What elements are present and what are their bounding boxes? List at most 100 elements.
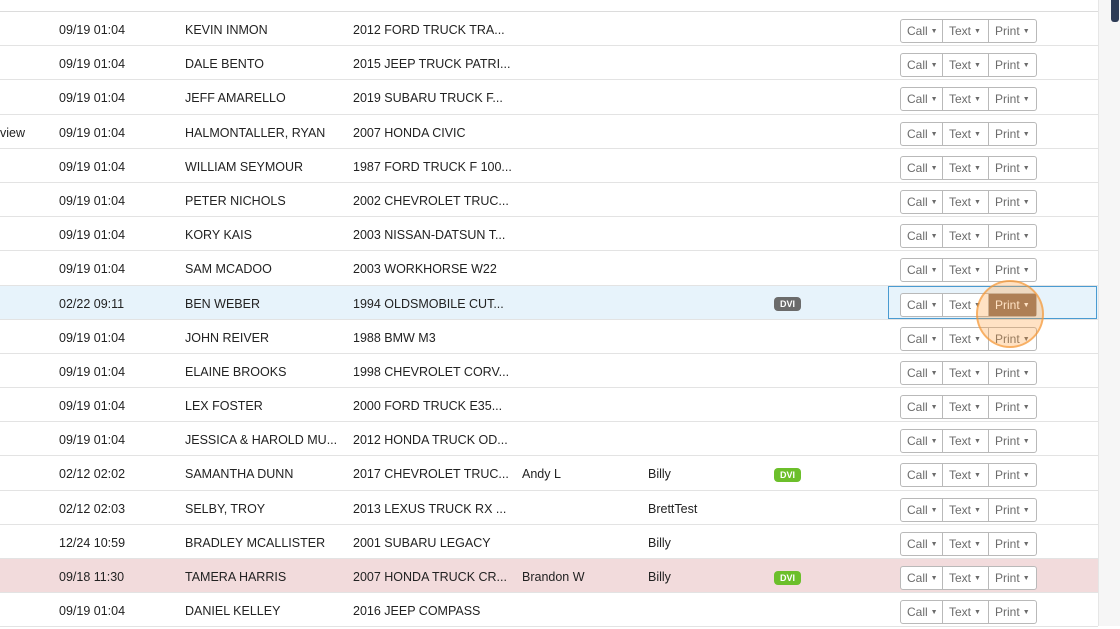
text-dropdown-button[interactable]: Text ▼: [943, 88, 989, 111]
print-dropdown-button[interactable]: Print ▼: [989, 225, 1036, 247]
table-row[interactable]: 02/22 09:11 BEN WEBER 1994 OLDSMOBILE CU…: [0, 285, 1098, 320]
table-row[interactable]: 09/19 01:04 KORY KAIS 2003 NISSAN-DATSUN…: [0, 217, 1098, 252]
call-dropdown-button[interactable]: Call ▼: [901, 430, 943, 453]
call-dropdown-button[interactable]: Call ▼: [901, 156, 943, 179]
call-dropdown-button[interactable]: Call ▼: [901, 122, 943, 145]
text-dropdown-button[interactable]: Text ▼: [943, 498, 989, 521]
scrollbar-thumb[interactable]: [1111, 0, 1119, 22]
table-row[interactable]: 09/19 01:04 JEFF AMARELLO 2019 SUBARU TR…: [0, 80, 1098, 115]
table-row[interactable]: 09/19 01:04 KEVIN INMON 2012 FORD TRUCK …: [0, 12, 1098, 47]
text-dropdown-button[interactable]: Text ▼: [943, 190, 989, 213]
table-row[interactable]: 09/19 01:04 JOHN REIVER 1988 BMW M3 Call…: [0, 320, 1098, 354]
text-dropdown-button[interactable]: Text ▼: [943, 532, 989, 555]
table-row[interactable]: 09/19 01:04 LEX FOSTER 2000 FORD TRUCK E…: [0, 388, 1098, 423]
call-dropdown-button[interactable]: Call ▼: [901, 293, 943, 316]
call-label: Call: [907, 434, 928, 449]
table-row[interactable]: 09/19 01:04 WILLIAM SEYMOUR 1987 FORD TR…: [0, 149, 1098, 183]
text-dropdown-button[interactable]: Text ▼: [943, 430, 989, 453]
caret-down-icon: ▼: [974, 609, 981, 617]
print-dropdown-button[interactable]: Print ▼: [989, 601, 1036, 623]
print-dropdown-button[interactable]: Print ▼: [989, 259, 1036, 281]
caret-down-icon: ▼: [974, 164, 981, 172]
print-label: Print: [995, 126, 1020, 141]
text-dropdown-button[interactable]: Text ▼: [943, 396, 989, 419]
print-dropdown-button[interactable]: Print ▼: [989, 430, 1036, 452]
table-row[interactable]: 09/18 11:30 TAMERA HARRIS 2007 HONDA TRU…: [0, 559, 1098, 594]
text-dropdown-button[interactable]: Text ▼: [943, 122, 989, 145]
dvi-badge: DVI: [774, 570, 802, 585]
technician-cell: Billy: [648, 467, 671, 482]
call-dropdown-button[interactable]: Call ▼: [901, 327, 943, 350]
table-row[interactable]: view 09/19 01:04 HALMONTALLER, RYAN 2007…: [0, 115, 1098, 149]
call-dropdown-button[interactable]: Call ▼: [901, 361, 943, 384]
print-dropdown-button[interactable]: Print ▼: [989, 396, 1036, 418]
print-dropdown-button[interactable]: Print ▼: [989, 328, 1036, 350]
scrollbar[interactable]: [1098, 0, 1120, 626]
call-label: Call: [907, 571, 928, 585]
table-row[interactable]: 09/19 01:04 DANIEL KELLEY 2016 JEEP COMP…: [0, 593, 1098, 628]
print-label: Print: [995, 24, 1020, 38]
call-dropdown-button[interactable]: Call ▼: [901, 567, 943, 589]
call-dropdown-button[interactable]: Call ▼: [901, 54, 943, 77]
call-dropdown-button[interactable]: Call ▼: [901, 532, 943, 555]
call-dropdown-button[interactable]: Call ▼: [901, 225, 943, 248]
print-dropdown-button[interactable]: Print ▼: [989, 157, 1036, 179]
call-dropdown-button[interactable]: Call ▼: [901, 498, 943, 521]
call-dropdown-button[interactable]: Call ▼: [901, 88, 943, 111]
table-row[interactable]: 02/12 02:03 SELBY, TROY 2013 LEXUS TRUCK…: [0, 491, 1098, 525]
table-row[interactable]: 09/19 01:04 PETER NICHOLS 2002 CHEVROLET…: [0, 183, 1098, 218]
print-dropdown-button[interactable]: Print ▼: [989, 88, 1036, 110]
print-dropdown-button[interactable]: Print ▼: [989, 191, 1036, 213]
print-dropdown-button[interactable]: Print ▼: [989, 533, 1036, 555]
text-dropdown-button[interactable]: Text ▼: [943, 327, 989, 350]
text-dropdown-button[interactable]: Text ▼: [943, 259, 989, 282]
dvi-badge: DVI: [774, 468, 802, 483]
table-row[interactable]: 02/12 02:02 SAMANTHA DUNN 2017 CHEVROLET…: [0, 456, 1098, 491]
caret-down-icon: ▼: [1022, 164, 1030, 172]
text-label: Text: [949, 571, 972, 585]
text-dropdown-button[interactable]: Text ▼: [943, 225, 989, 248]
text-dropdown-button[interactable]: Text ▼: [943, 293, 989, 316]
caret-down-icon: ▼: [930, 198, 938, 206]
print-label: Print: [995, 58, 1020, 73]
call-dropdown-button[interactable]: Call ▼: [901, 464, 943, 487]
table-row[interactable]: 09/19 01:04 SAM MCADOO 2003 WORKHORSE W2…: [0, 251, 1098, 286]
caret-down-icon: ▼: [974, 438, 981, 446]
text-dropdown-button[interactable]: Text ▼: [943, 464, 989, 487]
text-dropdown-button[interactable]: Text ▼: [943, 567, 989, 589]
print-dropdown-button[interactable]: Print ▼: [989, 362, 1036, 384]
text-label: Text: [949, 229, 972, 244]
print-dropdown-button[interactable]: Print ▼: [989, 123, 1036, 145]
table-row[interactable]: 12/24 10:59 BRADLEY MCALLISTER 2001 SUBA…: [0, 525, 1098, 559]
call-dropdown-button[interactable]: Call ▼: [901, 259, 943, 282]
caret-down-icon: ▼: [1022, 404, 1030, 412]
text-dropdown-button[interactable]: Text ▼: [943, 601, 989, 624]
text-dropdown-button[interactable]: Text ▼: [943, 20, 989, 42]
caret-down-icon: ▼: [930, 404, 938, 412]
print-dropdown-button[interactable]: Print ▼: [989, 464, 1036, 486]
print-dropdown-button[interactable]: Print ▼: [989, 499, 1036, 521]
print-dropdown-button[interactable]: Print ▼: [989, 293, 1036, 316]
text-label: Text: [949, 160, 972, 175]
caret-down-icon: ▼: [1022, 335, 1030, 343]
table-row[interactable]: 09/19 01:04 DALE BENTO 2015 JEEP TRUCK P…: [0, 46, 1098, 81]
print-dropdown-button[interactable]: Print ▼: [989, 54, 1036, 76]
text-dropdown-button[interactable]: Text ▼: [943, 54, 989, 77]
caret-down-icon: ▼: [974, 472, 981, 480]
call-dropdown-button[interactable]: Call ▼: [901, 396, 943, 419]
print-dropdown-button[interactable]: Print ▼: [989, 20, 1036, 42]
customer-name: BEN WEBER: [185, 296, 261, 311]
call-dropdown-button[interactable]: Call ▼: [901, 190, 943, 213]
call-dropdown-button[interactable]: Call ▼: [901, 20, 943, 42]
table-row[interactable]: 09/19 01:04 ELAINE BROOKS 1998 CHEVROLET…: [0, 354, 1098, 389]
date-cell: 09/19 01:04: [59, 91, 126, 106]
call-dropdown-button[interactable]: Call ▼: [901, 601, 943, 624]
print-label: Print: [995, 502, 1020, 517]
text-label: Text: [949, 24, 972, 38]
table-row[interactable]: 09/19 01:04 JESSICA & HAROLD MU... 2012 …: [0, 422, 1098, 457]
caret-down-icon: ▼: [930, 335, 938, 343]
vehicle-cell: 2012 FORD TRUCK TRA...: [353, 23, 505, 37]
text-dropdown-button[interactable]: Text ▼: [943, 361, 989, 384]
print-dropdown-button[interactable]: Print ▼: [989, 567, 1036, 589]
text-dropdown-button[interactable]: Text ▼: [943, 156, 989, 179]
